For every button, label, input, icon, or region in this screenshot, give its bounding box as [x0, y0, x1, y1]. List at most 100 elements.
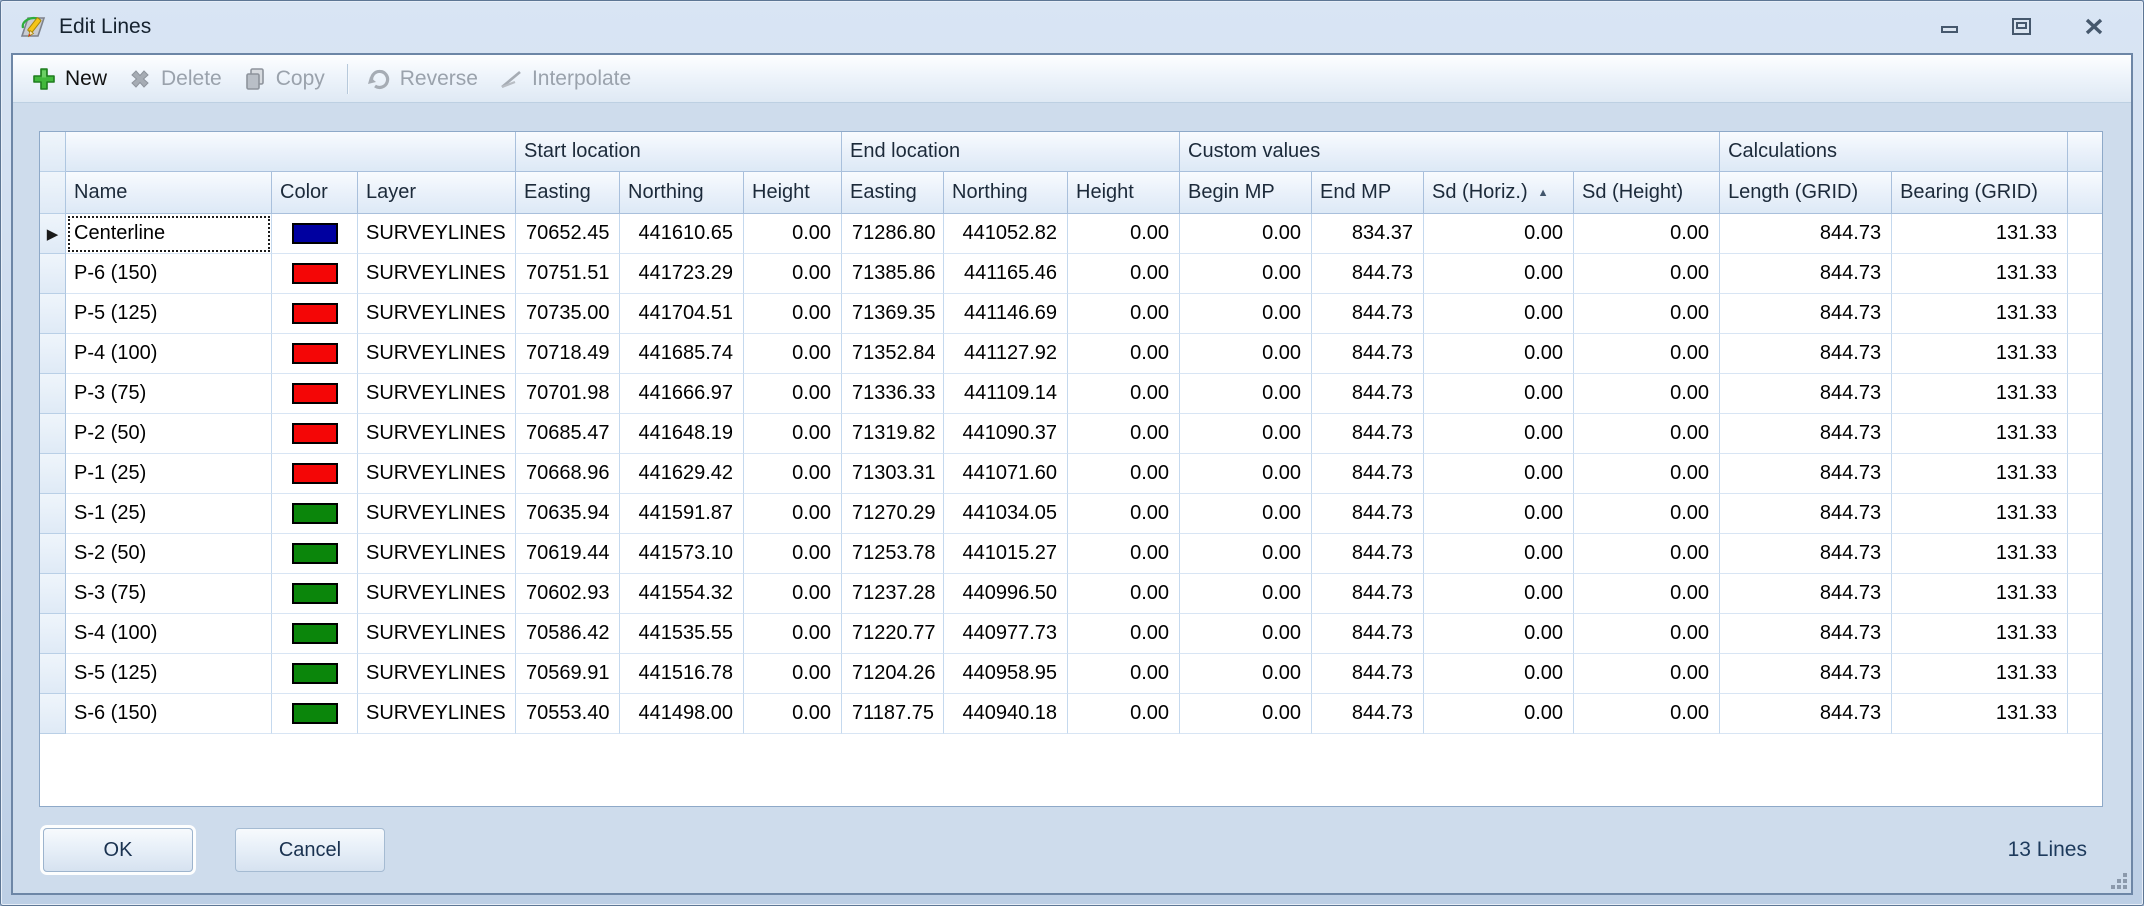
cell-end-easting[interactable]: 71237.28	[842, 574, 944, 614]
cell-length-grid[interactable]: 844.73	[1720, 214, 1892, 254]
cell-start-height[interactable]: 0.00	[744, 334, 842, 374]
column-header-start-northing[interactable]: Northing	[620, 172, 744, 214]
cell-name[interactable]: P-5 (125)	[66, 294, 272, 334]
cell-color[interactable]	[272, 614, 358, 654]
cell-sd-horiz[interactable]: 0.00	[1424, 334, 1574, 374]
ok-button[interactable]: OK	[43, 828, 193, 872]
cell-end-mp[interactable]: 844.73	[1312, 374, 1424, 414]
cell-end-mp[interactable]: 844.73	[1312, 694, 1424, 734]
cell-end-northing[interactable]: 441165.46	[944, 254, 1068, 294]
interpolate-button[interactable]: Interpolate	[490, 61, 643, 97]
cell-start-northing[interactable]: 441648.19	[620, 414, 744, 454]
cell-end-mp[interactable]: 834.37	[1312, 214, 1424, 254]
cell-sd-horiz[interactable]: 0.00	[1424, 654, 1574, 694]
cell-start-height[interactable]: 0.00	[744, 574, 842, 614]
cell-end-northing[interactable]: 441127.92	[944, 334, 1068, 374]
cell-sd-height[interactable]: 0.00	[1574, 214, 1720, 254]
cell-end-easting[interactable]: 71352.84	[842, 334, 944, 374]
cell-name[interactable]: P-2 (50)	[66, 414, 272, 454]
cell-layer[interactable]: SURVEYLINES	[358, 694, 516, 734]
cell-start-height[interactable]: 0.00	[744, 294, 842, 334]
cell-bearing-grid[interactable]: 131.33	[1892, 654, 2068, 694]
cell-begin-mp[interactable]: 0.00	[1180, 614, 1312, 654]
cell-name[interactable]: S-6 (150)	[66, 694, 272, 734]
cell-start-northing[interactable]: 441666.97	[620, 374, 744, 414]
cell-start-height[interactable]: 0.00	[744, 214, 842, 254]
cell-end-mp[interactable]: 844.73	[1312, 334, 1424, 374]
cell-bearing-grid[interactable]: 131.33	[1892, 614, 2068, 654]
cell-end-easting[interactable]: 71385.86	[842, 254, 944, 294]
row-selector[interactable]	[40, 454, 66, 494]
cell-sd-height[interactable]: 0.00	[1574, 494, 1720, 534]
cell-name[interactable]: Centerline	[66, 214, 272, 254]
cell-begin-mp[interactable]: 0.00	[1180, 214, 1312, 254]
cell-name[interactable]: S-1 (25)	[66, 494, 272, 534]
row-selector[interactable]	[40, 614, 66, 654]
cell-begin-mp[interactable]: 0.00	[1180, 534, 1312, 574]
cell-layer[interactable]: SURVEYLINES	[358, 254, 516, 294]
cell-length-grid[interactable]: 844.73	[1720, 294, 1892, 334]
reverse-button[interactable]: Reverse	[358, 61, 490, 97]
cell-color[interactable]	[272, 534, 358, 574]
cell-length-grid[interactable]: 844.73	[1720, 654, 1892, 694]
cell-bearing-grid[interactable]: 131.33	[1892, 534, 2068, 574]
cell-name[interactable]: P-1 (25)	[66, 454, 272, 494]
column-header-end-height[interactable]: Height	[1068, 172, 1180, 214]
cell-sd-horiz[interactable]: 0.00	[1424, 414, 1574, 454]
cell-bearing-grid[interactable]: 131.33	[1892, 494, 2068, 534]
cell-start-northing[interactable]: 441704.51	[620, 294, 744, 334]
cell-start-northing[interactable]: 441610.65	[620, 214, 744, 254]
cell-end-height[interactable]: 0.00	[1068, 694, 1180, 734]
cell-layer[interactable]: SURVEYLINES	[358, 334, 516, 374]
cell-end-northing[interactable]: 441146.69	[944, 294, 1068, 334]
cell-start-easting[interactable]: 70586.42	[516, 614, 620, 654]
cell-end-mp[interactable]: 844.73	[1312, 654, 1424, 694]
cell-sd-height[interactable]: 0.00	[1574, 334, 1720, 374]
cell-start-easting[interactable]: 70635.94	[516, 494, 620, 534]
cell-start-easting[interactable]: 70668.96	[516, 454, 620, 494]
cell-end-northing[interactable]: 441015.27	[944, 534, 1068, 574]
cell-start-northing[interactable]: 441685.74	[620, 334, 744, 374]
cell-begin-mp[interactable]: 0.00	[1180, 334, 1312, 374]
cell-sd-height[interactable]: 0.00	[1574, 254, 1720, 294]
cell-end-height[interactable]: 0.00	[1068, 214, 1180, 254]
cell-end-northing[interactable]: 440996.50	[944, 574, 1068, 614]
cell-bearing-grid[interactable]: 131.33	[1892, 694, 2068, 734]
cell-start-easting[interactable]: 70735.00	[516, 294, 620, 334]
close-icon[interactable]	[2081, 16, 2107, 38]
cell-name[interactable]: S-2 (50)	[66, 534, 272, 574]
cell-start-height[interactable]: 0.00	[744, 454, 842, 494]
cell-end-height[interactable]: 0.00	[1068, 454, 1180, 494]
cell-start-height[interactable]: 0.00	[744, 494, 842, 534]
cell-layer[interactable]: SURVEYLINES	[358, 494, 516, 534]
cell-bearing-grid[interactable]: 131.33	[1892, 574, 2068, 614]
cell-sd-height[interactable]: 0.00	[1574, 694, 1720, 734]
cell-bearing-grid[interactable]: 131.33	[1892, 334, 2068, 374]
cell-start-height[interactable]: 0.00	[744, 414, 842, 454]
cell-name[interactable]: S-4 (100)	[66, 614, 272, 654]
cell-name[interactable]: S-5 (125)	[66, 654, 272, 694]
row-selector[interactable]	[40, 334, 66, 374]
cell-length-grid[interactable]: 844.73	[1720, 574, 1892, 614]
cell-end-easting[interactable]: 71220.77	[842, 614, 944, 654]
cell-layer[interactable]: SURVEYLINES	[358, 294, 516, 334]
cell-end-easting[interactable]: 71270.29	[842, 494, 944, 534]
cell-start-northing[interactable]: 441516.78	[620, 654, 744, 694]
column-header-layer[interactable]: Layer	[358, 172, 516, 214]
cell-color[interactable]	[272, 694, 358, 734]
column-header-sd-height[interactable]: Sd (Height)	[1574, 172, 1720, 214]
column-header-end-mp[interactable]: End MP	[1312, 172, 1424, 214]
cell-start-northing[interactable]: 441573.10	[620, 534, 744, 574]
row-selector[interactable]	[40, 654, 66, 694]
cell-end-northing[interactable]: 440977.73	[944, 614, 1068, 654]
row-selector[interactable]	[40, 414, 66, 454]
cell-end-height[interactable]: 0.00	[1068, 614, 1180, 654]
column-header-start-height[interactable]: Height	[744, 172, 842, 214]
row-selector[interactable]	[40, 294, 66, 334]
cell-start-height[interactable]: 0.00	[744, 254, 842, 294]
cell-start-height[interactable]: 0.00	[744, 614, 842, 654]
cell-begin-mp[interactable]: 0.00	[1180, 254, 1312, 294]
column-header-sd-horiz[interactable]: Sd (Horiz.)▲	[1424, 172, 1574, 214]
cell-color[interactable]	[272, 294, 358, 334]
cell-end-easting[interactable]: 71303.31	[842, 454, 944, 494]
